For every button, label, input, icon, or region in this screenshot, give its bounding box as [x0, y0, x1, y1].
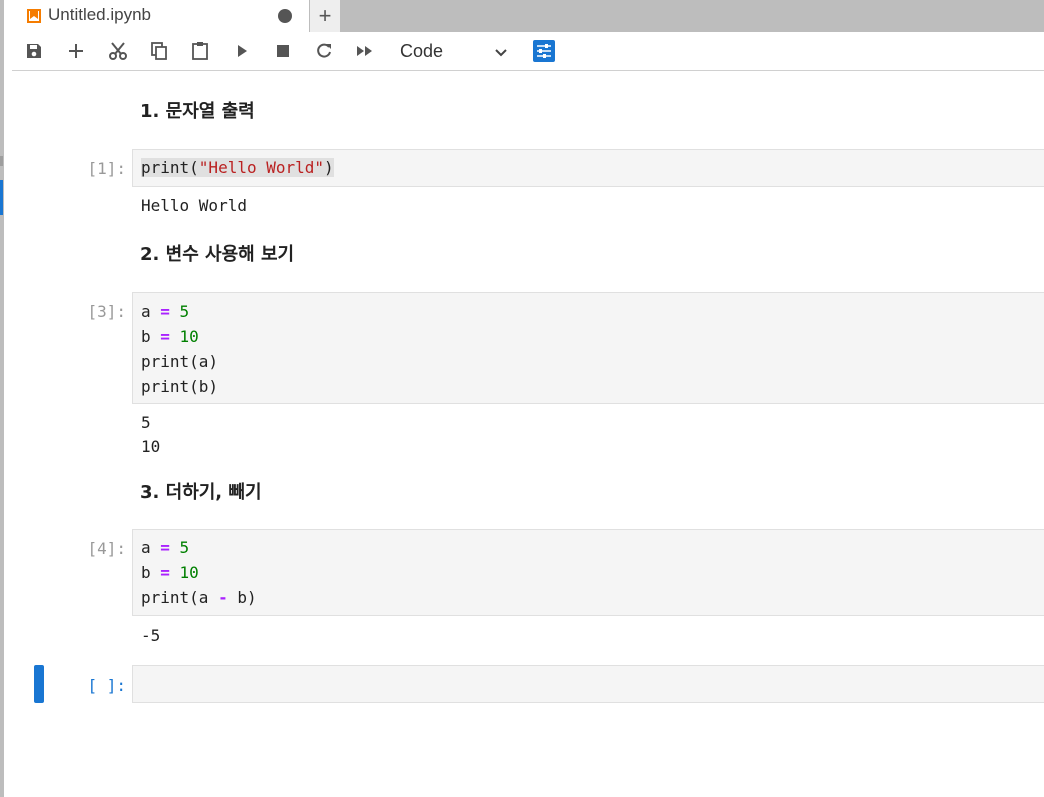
- insert-cell-button[interactable]: [65, 40, 87, 62]
- code-input[interactable]: print("Hello World"): [132, 149, 1044, 187]
- tab-bar: Untitled.ipynb +: [12, 0, 1044, 32]
- tab-title: Untitled.ipynb: [48, 5, 152, 24]
- cut-button[interactable]: [107, 40, 129, 62]
- code-line: print(a): [141, 352, 219, 371]
- input-prompt: [1]:: [87, 159, 126, 178]
- new-tab-button[interactable]: +: [310, 0, 340, 32]
- cut-icon: [109, 42, 127, 60]
- active-cell-indicator: [34, 665, 44, 703]
- markdown-heading: 3. 더하기, 빼기: [140, 482, 262, 503]
- sliders-icon: [537, 44, 551, 58]
- input-prompt: [ ]:: [87, 676, 126, 695]
- code-line: a = 5: [141, 538, 190, 557]
- cell-type-value: Code: [400, 41, 444, 61]
- markdown-heading: 1. 문자열 출력: [140, 101, 255, 122]
- stop-icon: [277, 45, 289, 57]
- notebook-icon: [26, 8, 42, 24]
- markdown-heading: 2. 변수 사용해 보기: [140, 244, 295, 265]
- chevron-down-icon: [494, 44, 508, 65]
- code-line: a = 5: [141, 302, 190, 321]
- copy-button[interactable]: [148, 40, 170, 62]
- output-line: 5: [141, 413, 151, 432]
- output-line: -5: [141, 626, 161, 645]
- left-panel-indicator: [0, 180, 3, 215]
- save-button[interactable]: [23, 40, 45, 62]
- paste-icon: [192, 42, 208, 60]
- notebook-toolbar: Code: [12, 32, 1044, 71]
- input-prompt: [4]:: [87, 539, 126, 558]
- input-prompt: [3]:: [87, 302, 126, 321]
- code-input[interactable]: a = 5 b = 10 print(a - b): [132, 529, 1044, 616]
- paste-button[interactable]: [189, 40, 211, 62]
- run-all-icon: [357, 46, 372, 56]
- run-icon: [238, 45, 247, 57]
- output-line: Hello World: [141, 196, 247, 215]
- cell-type-select[interactable]: Code: [400, 39, 516, 65]
- left-panel-edge: [0, 0, 4, 797]
- unsaved-dot-icon[interactable]: [278, 9, 292, 23]
- left-panel-handle[interactable]: [0, 156, 3, 166]
- code-line: b = 10: [141, 327, 199, 346]
- output-line: 10: [141, 437, 161, 456]
- restart-button[interactable]: [313, 40, 335, 62]
- code-input[interactable]: a = 5 b = 10 print(a) print(b): [132, 292, 1044, 404]
- code-input[interactable]: [132, 665, 1044, 703]
- code-line: print(b): [141, 377, 219, 396]
- stop-button[interactable]: [272, 40, 294, 62]
- property-inspector-button[interactable]: [533, 40, 555, 62]
- copy-icon: [151, 42, 167, 60]
- run-button[interactable]: [231, 40, 253, 62]
- save-icon: [27, 44, 41, 58]
- add-cell-icon: [69, 44, 83, 58]
- run-all-button[interactable]: [354, 40, 376, 62]
- code-line: print("Hello World"): [141, 158, 334, 177]
- code-line: b = 10: [141, 563, 199, 582]
- code-line: print(a - b): [141, 588, 257, 607]
- notebook-tab[interactable]: Untitled.ipynb: [12, 0, 309, 32]
- restart-icon: [317, 43, 331, 58]
